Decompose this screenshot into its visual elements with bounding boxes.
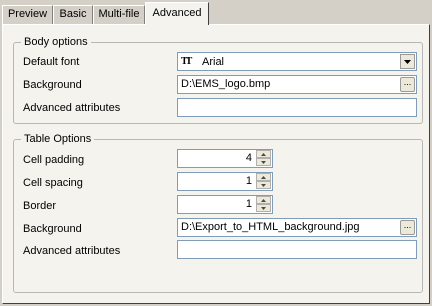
cell-spacing-value: 1 (245, 175, 252, 187)
body-background-label: Background (23, 79, 82, 91)
table-advanced-attributes-input[interactable] (177, 240, 417, 259)
tab-advanced[interactable]: Advanced (145, 2, 209, 25)
table-background-value: D:\Export_to_HTML_background.jpg (181, 221, 360, 233)
tab-preview[interactable]: Preview (2, 5, 53, 24)
table-advanced-attributes-label: Advanced attributes (23, 245, 121, 257)
cell-padding-value: 4 (245, 152, 252, 164)
cell-spacing-label: Cell spacing (23, 177, 83, 189)
border-spin[interactable] (256, 196, 271, 212)
spin-up-icon[interactable] (256, 196, 271, 204)
body-advanced-attributes-input[interactable] (177, 98, 417, 117)
cell-spacing-spin[interactable] (256, 173, 271, 189)
cell-padding-spin[interactable] (256, 150, 271, 166)
tab-strip: Preview Basic Multi-file Advanced (2, 2, 430, 25)
cell-padding-label: Cell padding (23, 154, 85, 166)
cell-padding-stepper[interactable]: 4 (177, 149, 273, 168)
default-font-value: Arial (202, 56, 225, 68)
body-background-value: D:\EMS_logo.bmp (181, 78, 271, 90)
tab-basic[interactable]: Basic (53, 5, 93, 24)
default-font-label: Default font (23, 56, 80, 68)
spin-down-icon[interactable] (256, 204, 271, 212)
spin-down-icon[interactable] (256, 181, 271, 189)
spin-down-icon[interactable] (256, 158, 271, 166)
table-background-browse-button[interactable]: ... (400, 220, 415, 235)
body-background-input[interactable]: D:\EMS_logo.bmp ... (177, 75, 417, 94)
cell-spacing-stepper[interactable]: 1 (177, 172, 273, 191)
border-label: Border (23, 200, 57, 212)
body-advanced-attributes-label: Advanced attributes (23, 102, 121, 114)
chevron-down-icon[interactable] (400, 54, 415, 69)
border-value: 1 (245, 198, 252, 210)
body-options-title: Body options (21, 35, 91, 49)
table-background-label: Background (23, 223, 82, 235)
spin-up-icon[interactable] (256, 150, 271, 158)
advanced-panel: Body options Default font TT Arial Backg… (2, 24, 430, 304)
tab-multi-file[interactable]: Multi-file (93, 5, 145, 24)
border-stepper[interactable]: 1 (177, 195, 273, 214)
body-background-browse-button[interactable]: ... (400, 77, 415, 92)
default-font-select[interactable]: TT Arial (177, 52, 417, 71)
table-background-input[interactable]: D:\Export_to_HTML_background.jpg ... (177, 218, 417, 237)
table-options-title: Table Options (21, 132, 95, 146)
truetype-font-icon: TT (181, 56, 192, 67)
spin-up-icon[interactable] (256, 173, 271, 181)
